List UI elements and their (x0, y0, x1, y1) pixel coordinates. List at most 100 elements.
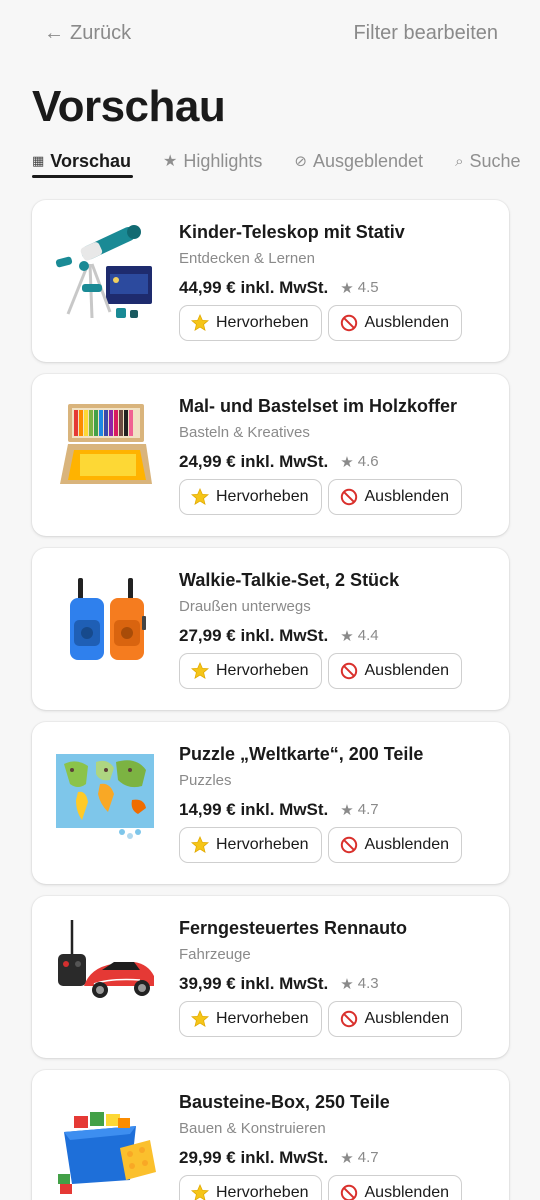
tab-label: Highlights (183, 150, 263, 171)
grid-icon: ▦ (32, 153, 45, 168)
product-name: Bausteine-Box, 250 Teile (179, 1092, 390, 1112)
tab-ausgeblendet[interactable]: ⊘ Ausgeblendet (294, 146, 423, 176)
product-price: 39,99 € inkl. MwSt. (179, 974, 329, 993)
highlight-button[interactable]: Hervorheben (179, 653, 322, 689)
product-price: 14,99 € inkl. MwSt. (179, 800, 329, 819)
star-icon (191, 488, 209, 505)
star-icon (191, 1010, 209, 1027)
tab-bar: ▦ Vorschau ★ Highlights ⊘ Ausgeblendet ⌕… (32, 146, 540, 180)
star-icon: ★ (340, 628, 354, 645)
button-label: Hervorheben (216, 662, 309, 679)
button-label: Ausblenden (364, 1010, 450, 1027)
button-label: Hervorheben (216, 1184, 309, 1200)
highlight-button[interactable]: Hervorheben (179, 827, 322, 863)
product-card: Walkie-Talkie-Set, 2 Stück Draußen unter… (32, 548, 509, 710)
world-puzzle-image (56, 754, 154, 839)
highlight-button[interactable]: Hervorheben (179, 1175, 322, 1200)
back-label: Zurück (70, 22, 132, 44)
rating-value: 4.4 (357, 627, 379, 644)
telescope-image (55, 225, 152, 319)
tab-label: Vorschau (50, 150, 131, 171)
product-name: Mal- und Bastelset im Holzkoffer (179, 396, 458, 416)
edit-filter-button[interactable]: Filter bearbeiten (353, 22, 498, 45)
star-icon (191, 662, 209, 679)
star-icon: ★ (340, 1150, 354, 1167)
art-set-image (60, 404, 152, 484)
page-title: Vorschau (32, 82, 226, 131)
prohibited-icon (340, 1010, 357, 1028)
tab-suche[interactable]: ⌕ Suche (455, 146, 520, 176)
product-price: 44,99 € inkl. MwSt. (179, 278, 329, 297)
rating-value: 4.3 (357, 975, 379, 992)
product-name: Puzzle „Weltkarte“, 200 Teile (179, 744, 424, 764)
star-icon (191, 1184, 209, 1200)
product-card: Kinder-Teleskop mit Stativ Entdecken & L… (32, 200, 509, 362)
product-list: Kinder-Teleskop mit Stativ Entdecken & L… (32, 200, 509, 1200)
star-icon: ★ (163, 153, 178, 170)
button-label: Ausblenden (364, 488, 450, 505)
button-label: Ausblenden (364, 314, 450, 331)
product-category: Entdecken & Lernen (179, 250, 315, 267)
prohibited-icon (340, 836, 357, 854)
top-bar: ← Zurück Filter bearbeiten (0, 0, 540, 70)
product-card: Bausteine-Box, 250 Teile Bauen & Konstru… (32, 1070, 509, 1200)
rating-value: 4.6 (357, 453, 379, 470)
rating: ★ 4.6 (340, 453, 378, 471)
hide-button[interactable]: Ausblenden (327, 305, 463, 341)
rating: ★ 4.3 (340, 975, 378, 993)
hidden-icon: ⊘ (294, 153, 307, 170)
back-button[interactable]: ← Zurück (44, 22, 131, 45)
hide-button[interactable]: Ausblenden (327, 653, 463, 689)
rating-value: 4.7 (357, 1149, 379, 1166)
walkie-talkie-image (70, 578, 146, 660)
product-category: Bauen & Konstruieren (179, 1120, 326, 1137)
prohibited-icon (340, 488, 357, 506)
prohibited-icon (340, 1184, 357, 1200)
hide-button[interactable]: Ausblenden (327, 827, 463, 863)
button-label: Ausblenden (364, 662, 450, 679)
rating-value: 4.7 (357, 801, 379, 818)
highlight-button[interactable]: Hervorheben (179, 305, 322, 341)
product-category: Basteln & Kreatives (179, 424, 310, 441)
rating: ★ 4.4 (340, 627, 378, 645)
product-card: Puzzle „Weltkarte“, 200 Teile Puzzles 14… (32, 722, 509, 884)
button-label: Hervorheben (216, 314, 309, 331)
rating: ★ 4.5 (340, 279, 378, 297)
tab-highlights[interactable]: ★ Highlights (163, 146, 262, 176)
product-name: Ferngesteuertes Rennauto (179, 918, 408, 938)
product-price: 24,99 € inkl. MwSt. (179, 452, 329, 471)
product-name: Kinder-Teleskop mit Stativ (179, 222, 405, 242)
highlight-button[interactable]: Hervorheben (179, 479, 322, 515)
button-label: Ausblenden (364, 1184, 450, 1200)
prohibited-icon (340, 314, 357, 332)
product-price: 29,99 € inkl. MwSt. (179, 1148, 329, 1167)
product-category: Draußen unterwegs (179, 598, 311, 615)
highlight-button[interactable]: Hervorheben (179, 1001, 322, 1037)
tab-label: Ausgeblendet (312, 150, 424, 171)
star-icon (191, 314, 209, 331)
product-category: Fahrzeuge (179, 946, 251, 963)
button-label: Hervorheben (216, 1010, 309, 1027)
hide-button[interactable]: Ausblenden (327, 1175, 463, 1200)
product-price: 27,99 € inkl. MwSt. (179, 626, 329, 645)
star-icon: ★ (340, 976, 354, 993)
star-icon: ★ (340, 280, 354, 297)
prohibited-icon (340, 662, 357, 680)
rc-car-image (58, 920, 154, 998)
rating: ★ 4.7 (340, 1149, 378, 1167)
rating-value: 4.5 (357, 279, 379, 296)
star-icon: ★ (340, 454, 354, 471)
star-icon: ★ (340, 802, 354, 819)
product-category: Puzzles (179, 772, 232, 789)
building-blocks-image (58, 1112, 156, 1194)
hide-button[interactable]: Ausblenden (327, 479, 463, 515)
arrow-left-icon: ← (44, 22, 64, 44)
tab-vorschau[interactable]: ▦ Vorschau (32, 146, 133, 178)
product-card: Ferngesteuertes Rennauto Fahrzeuge 39,99… (32, 896, 509, 1058)
tab-label: Suche (469, 150, 521, 171)
search-icon: ⌕ (455, 152, 464, 170)
hide-button[interactable]: Ausblenden (327, 1001, 463, 1037)
product-card: Mal- und Bastelset im Holzkoffer Basteln… (32, 374, 509, 536)
button-label: Hervorheben (216, 488, 309, 505)
button-label: Hervorheben (216, 836, 309, 853)
